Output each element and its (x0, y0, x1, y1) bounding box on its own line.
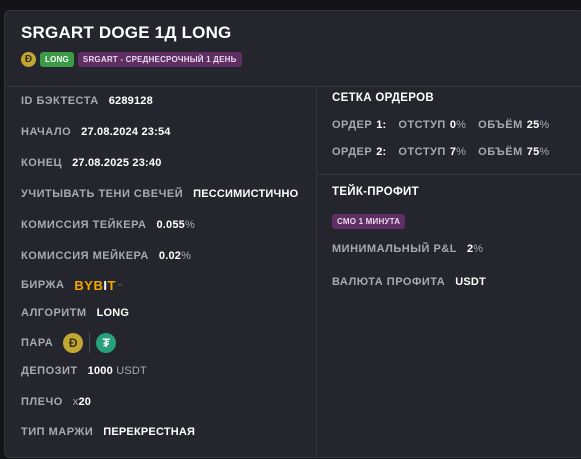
leverage-row: ПЛЕЧО x20 (21, 394, 91, 410)
order-2-volume-label: ОБЪЁМ (478, 146, 523, 158)
direction-tag: LONG (40, 52, 74, 67)
start-label: НАЧАЛО (21, 126, 72, 138)
algorithm-label: АЛГОРИТМ (21, 307, 87, 319)
pair-label: ПАРА (21, 337, 54, 349)
exchange-label: БИРЖА (21, 279, 65, 291)
order-row-1: ОРДЕР 1: ОТСТУП 0% ОБЪЁМ 25% (332, 119, 550, 131)
deposit-row: ДЕПОЗИТ 1000 USDT (21, 363, 147, 379)
profit-currency-row: ВАЛЮТА ПРОФИТА USDT (332, 276, 486, 288)
dogecoin-icon: Ð (21, 52, 36, 67)
take-profit-tag-wrap: СМО 1 МИНУТА (332, 211, 406, 229)
take-profit-title: ТЕЙК-ПРОФИТ (332, 186, 419, 198)
bybit-logo-mark: ▪▪▪ (117, 282, 123, 287)
exchange-row: БИРЖА BYBIT ▪▪▪ (21, 277, 126, 293)
dogecoin-icon: Ð (63, 333, 84, 353)
maker-fee-value: 0.02 (158, 250, 182, 262)
backtest-card: SRGART DOGE 1Д LONG Ð LONG SRGART - СРЕД… (4, 10, 581, 458)
start-row: НАЧАЛО 27.08.2024 23:54 (21, 124, 171, 140)
taker-fee-row: КОМИССИЯ ТЕЙКЕРА 0.055% (21, 217, 195, 233)
maker-fee-row: КОМИССИЯ МЕЙКЕРА 0.02% (21, 248, 191, 264)
taker-fee-label: КОМИССИЯ ТЕЙКЕРА (21, 219, 147, 231)
profit-currency-label: ВАЛЮТА ПРОФИТА (332, 276, 446, 288)
deposit-label: ДЕПОЗИТ (21, 365, 78, 377)
order-grid-title: СЕТКА ОРДЕРОВ (332, 92, 434, 104)
leverage-label: ПЛЕЧО (21, 396, 63, 408)
maker-fee-unit: % (181, 250, 192, 262)
order-2-num: 2: (376, 146, 387, 158)
end-value: 27.08.2025 23:40 (72, 157, 162, 169)
order-row-2: ОРДЕР 2: ОТСТУП 7% ОБЪЁМ 75% (332, 146, 550, 158)
tag-row: Ð LONG SRGART - СРЕДНЕСРОЧНЫЙ 1 ДЕНЬ (21, 52, 242, 67)
card-title: SRGART DOGE 1Д LONG (21, 23, 232, 42)
start-value: 27.08.2024 23:54 (81, 126, 171, 138)
min-pnl-row: МИНИМАЛЬНЫЙ P&L 2% (332, 243, 484, 255)
order-1-volume-label: ОБЪЁМ (478, 119, 523, 131)
taker-fee-value: 0.055 (156, 219, 185, 231)
candle-shadows-value: ПЕССИМИСТИЧНО (193, 188, 299, 200)
min-pnl-label: МИНИМАЛЬНЫЙ P&L (332, 243, 457, 255)
tether-icon: ₮ (96, 333, 117, 353)
algorithm-row: АЛГОРИТМ LONG (21, 305, 129, 321)
order-2-volume: 75 (526, 146, 540, 158)
taker-fee-unit: % (184, 219, 195, 231)
order-2-offset-label: ОТСТУП (398, 146, 446, 158)
algorithm-value: LONG (96, 307, 130, 319)
bybit-logo: BYBIT (74, 277, 116, 293)
maker-fee-label: КОМИССИЯ МЕЙКЕРА (21, 250, 149, 262)
candle-shadows-label: УЧИТЫВАТЬ ТЕНИ СВЕЧЕЙ (21, 188, 184, 200)
order-2-label: ОРДЕР (332, 146, 373, 158)
divider-right (316, 174, 581, 175)
margin-type-row: ТИП МАРЖИ ПЕРЕКРЕСТНАЯ (21, 424, 195, 440)
order-1-label: ОРДЕР (332, 119, 373, 131)
strategy-tag: SRGART - СРЕДНЕСРОЧНЫЙ 1 ДЕНЬ (77, 52, 242, 67)
pair-row: ПАРА Ð ₮ (21, 333, 117, 353)
divider-horizontal (5, 86, 581, 87)
divider-vertical (316, 86, 317, 457)
margin-type-value: ПЕРЕКРЕСТНАЯ (103, 426, 196, 438)
leverage-value: 20 (78, 396, 92, 408)
deposit-value: 1000 (87, 365, 113, 377)
order-1-offset-label: ОТСТУП (398, 119, 446, 131)
profit-currency-value: USDT (455, 276, 486, 288)
deposit-unit: USDT (116, 365, 147, 377)
candle-shadows-row: УЧИТЫВАТЬ ТЕНИ СВЕЧЕЙ ПЕССИМИСТИЧНО (21, 186, 298, 202)
end-label: КОНЕЦ (21, 157, 63, 169)
take-profit-tag: СМО 1 МИНУТА (332, 214, 406, 229)
order-1-num: 1: (376, 119, 387, 131)
backtest-id-value: 6289128 (108, 95, 153, 107)
backtest-id-label: ID БЭКТЕСТА (21, 95, 99, 107)
end-row: КОНЕЦ 27.08.2025 23:40 (21, 155, 162, 171)
order-1-volume: 25 (526, 119, 540, 131)
margin-type-label: ТИП МАРЖИ (21, 426, 94, 438)
backtest-id-row: ID БЭКТЕСТА 6289128 (21, 93, 153, 109)
pair-separator (89, 333, 91, 353)
